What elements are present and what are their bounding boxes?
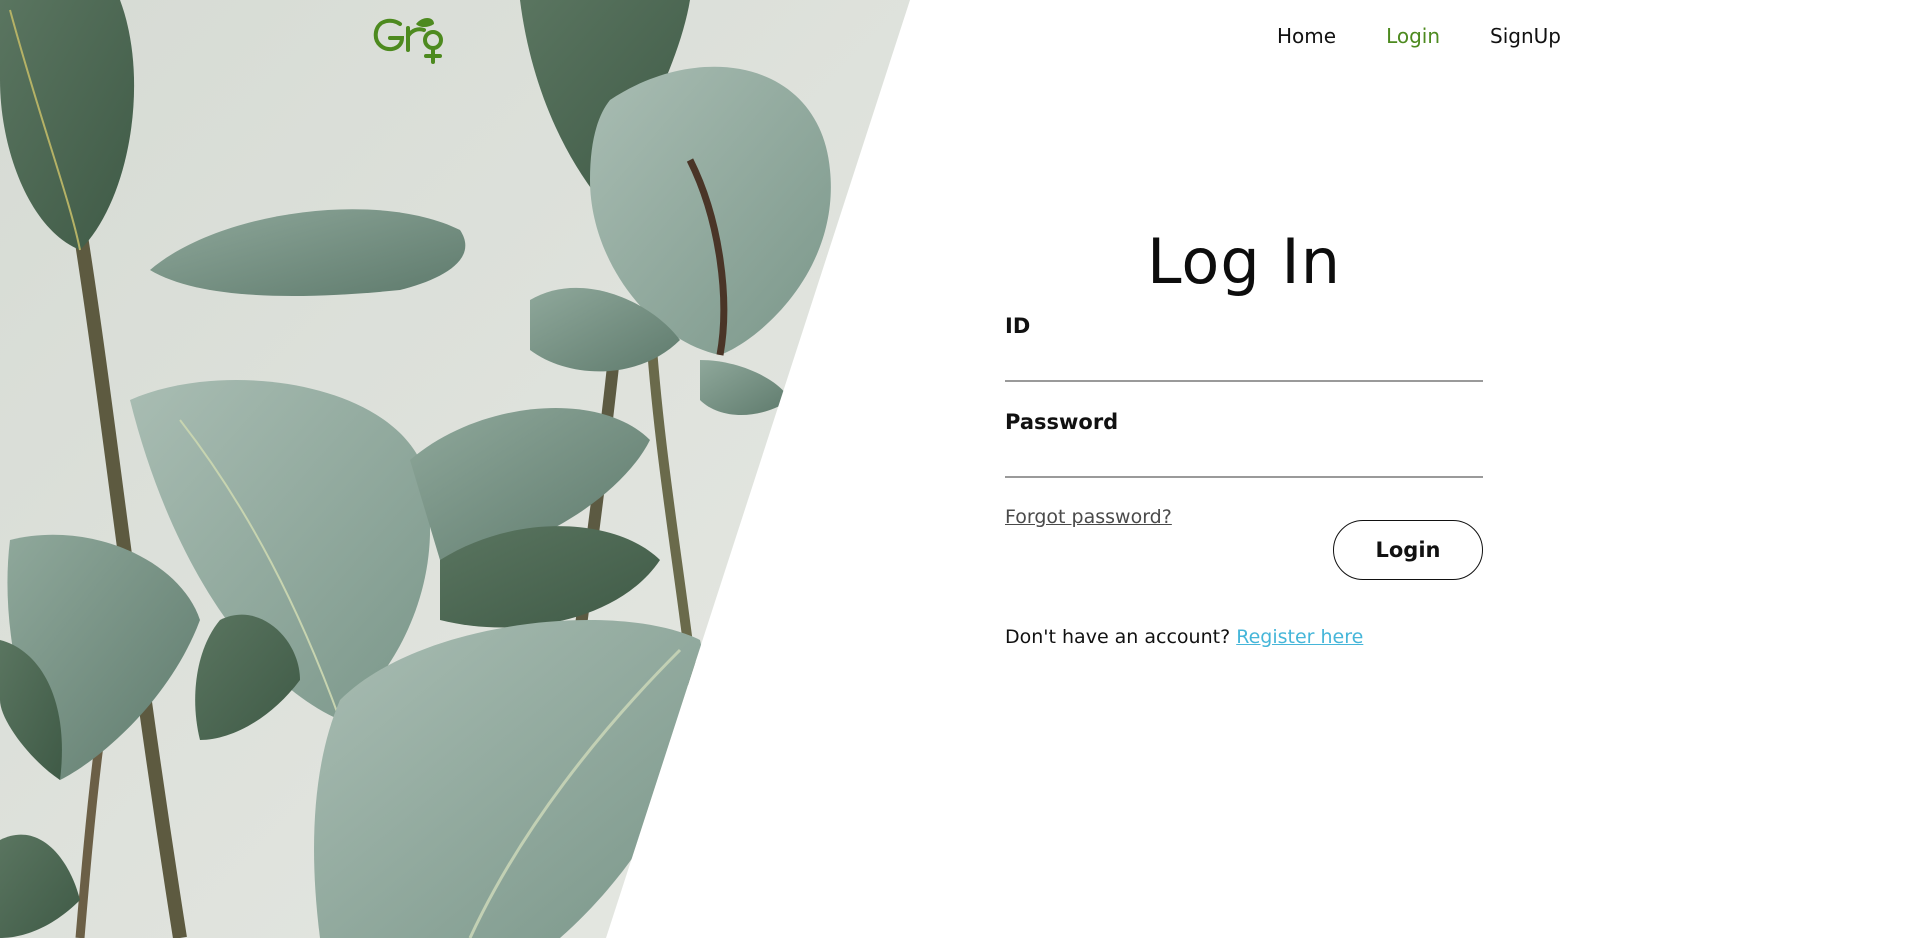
sprout-logo-icon: [373, 18, 443, 64]
register-link[interactable]: Register here: [1236, 626, 1363, 648]
login-page: Home Login SignUp Log In ID Password For…: [0, 0, 1915, 938]
top-nav: Home Login SignUp: [1277, 24, 1561, 48]
nav-home[interactable]: Home: [1277, 24, 1336, 48]
login-form: Log In ID Password Forgot password? Logi…: [1005, 222, 1483, 648]
login-button[interactable]: Login: [1333, 520, 1483, 580]
brand-logo[interactable]: [372, 14, 452, 66]
id-label: ID: [1005, 314, 1031, 338]
forgot-password-link[interactable]: Forgot password?: [1005, 506, 1172, 528]
hero-plant-image: [0, 0, 910, 938]
form-actions: Forgot password? Login: [1005, 506, 1483, 608]
nav-login[interactable]: Login: [1386, 24, 1440, 48]
register-prompt: Don't have an account? Register here: [1005, 626, 1483, 648]
page-title: Log In: [1146, 225, 1342, 298]
nav-signup[interactable]: SignUp: [1490, 24, 1561, 48]
id-field[interactable]: [1005, 346, 1483, 382]
password-field[interactable]: [1005, 442, 1483, 478]
password-label: Password: [1005, 410, 1119, 434]
register-prompt-text: Don't have an account?: [1005, 626, 1231, 648]
